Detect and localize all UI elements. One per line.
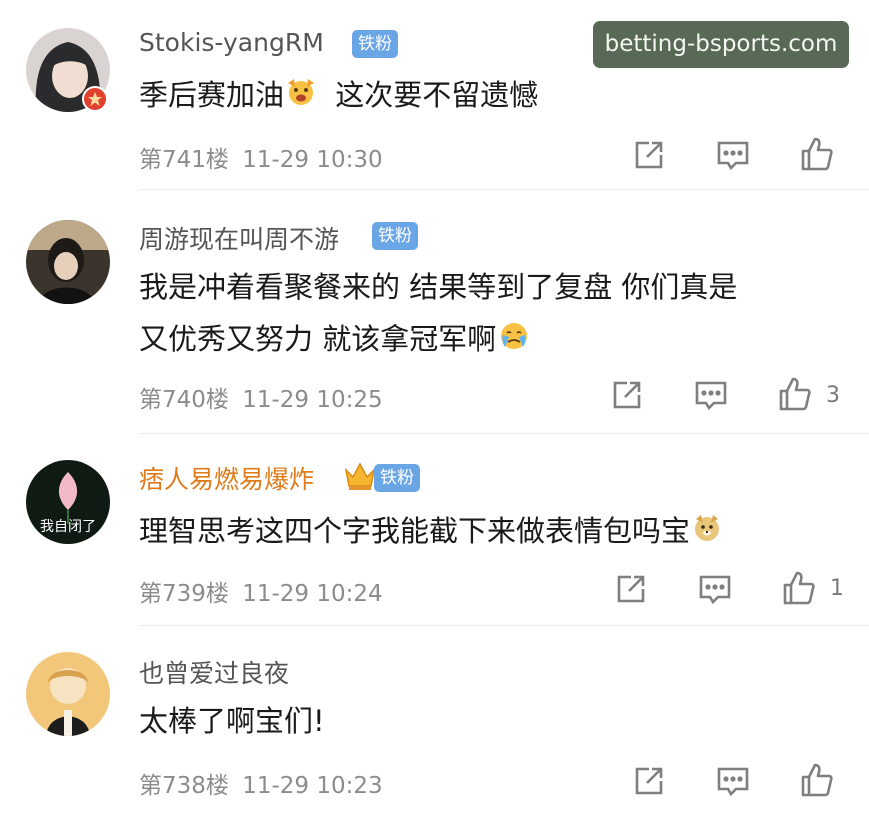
username[interactable]: Stokis-yangRM — [139, 28, 324, 57]
cheer-emoji-icon — [286, 76, 316, 118]
thumbs-up-icon[interactable] — [782, 570, 816, 605]
comment-text-part: 这次要不留遗憾 — [335, 78, 539, 112]
fan-badge: 铁粉 — [372, 222, 418, 250]
avatar-caption: 我自闭了 — [40, 519, 96, 535]
comment-meta: 第738楼 11-29 10:23 — [139, 766, 383, 800]
share-box-icon[interactable] — [632, 138, 666, 172]
thumbs-up-icon[interactable] — [800, 136, 834, 171]
like-count: 1 — [830, 576, 844, 601]
crown-icon — [343, 460, 377, 496]
watermark: betting-bsports.com — [593, 21, 849, 68]
comment-meta: 第740楼 11-29 10:25 — [139, 380, 383, 414]
comment-bubble-icon[interactable] — [698, 572, 732, 606]
timestamp: 11-29 10:24 — [242, 581, 383, 607]
comment-text-part: 又优秀又努力 就该拿冠军啊 — [139, 322, 497, 356]
verified-badge — [82, 86, 108, 112]
comment-text-part: 理智思考这四个字我能截下来做表情包吗宝 — [139, 514, 691, 548]
comment-meta: 第739楼 11-29 10:24 — [139, 574, 383, 608]
like-count: 3 — [826, 383, 840, 408]
thumbs-up-icon[interactable] — [800, 762, 834, 797]
share-box-icon[interactable] — [614, 572, 648, 606]
comment-text-part: 季后赛加油 — [139, 78, 285, 112]
share-box-icon[interactable] — [610, 378, 644, 412]
crying-emoji-icon — [498, 320, 530, 362]
comment-text: 又优秀又努力 就该拿冠军啊 — [139, 318, 530, 362]
doge-emoji-icon — [692, 512, 722, 554]
username[interactable]: 痞人易燃易爆炸 — [139, 460, 314, 496]
floor-number: 第740楼 — [139, 387, 229, 413]
comment-item: 我自闭了 痞人易燃易爆炸 铁粉 理智思考这四个字我能截下来做表情包吗宝 第739… — [0, 434, 869, 626]
avatar[interactable]: 我自闭了 — [26, 460, 110, 544]
floor-number: 第741楼 — [139, 147, 229, 173]
share-box-icon[interactable] — [632, 764, 666, 798]
comment-item: 也曾爱过良夜 太棒了啊宝们! 第738楼 11-29 10:23 — [0, 626, 869, 818]
comment-item: 周游现在叫周不游 铁粉 我是冲着看聚餐来的 结果等到了复盘 你们真是 又优秀又努… — [0, 190, 869, 434]
timestamp: 11-29 10:25 — [242, 387, 383, 413]
comment-text: 我是冲着看聚餐来的 结果等到了复盘 你们真是 — [139, 270, 738, 304]
timestamp: 11-29 10:23 — [242, 773, 383, 799]
fan-badge: 铁粉 — [352, 30, 398, 58]
floor-number: 第738楼 — [139, 773, 229, 799]
floor-number: 第739楼 — [139, 581, 229, 607]
fan-badge: 铁粉 — [374, 464, 420, 492]
comment-bubble-icon[interactable] — [716, 138, 750, 172]
comment-bubble-icon[interactable] — [694, 378, 728, 412]
thumbs-up-icon[interactable] — [778, 376, 812, 411]
avatar[interactable] — [26, 220, 110, 304]
comment-text: 季后赛加油 这次要不留遗憾 — [139, 74, 538, 118]
comment-text: 太棒了啊宝们! — [139, 704, 325, 738]
username[interactable]: 周游现在叫周不游 — [139, 220, 339, 256]
comment-meta: 第741楼 11-29 10:30 — [139, 140, 383, 174]
username[interactable]: 也曾爱过良夜 — [139, 654, 289, 690]
timestamp: 11-29 10:30 — [242, 147, 383, 173]
comment-text: 理智思考这四个字我能截下来做表情包吗宝 — [139, 510, 722, 554]
comment-bubble-icon[interactable] — [716, 764, 750, 798]
avatar[interactable] — [26, 652, 110, 736]
